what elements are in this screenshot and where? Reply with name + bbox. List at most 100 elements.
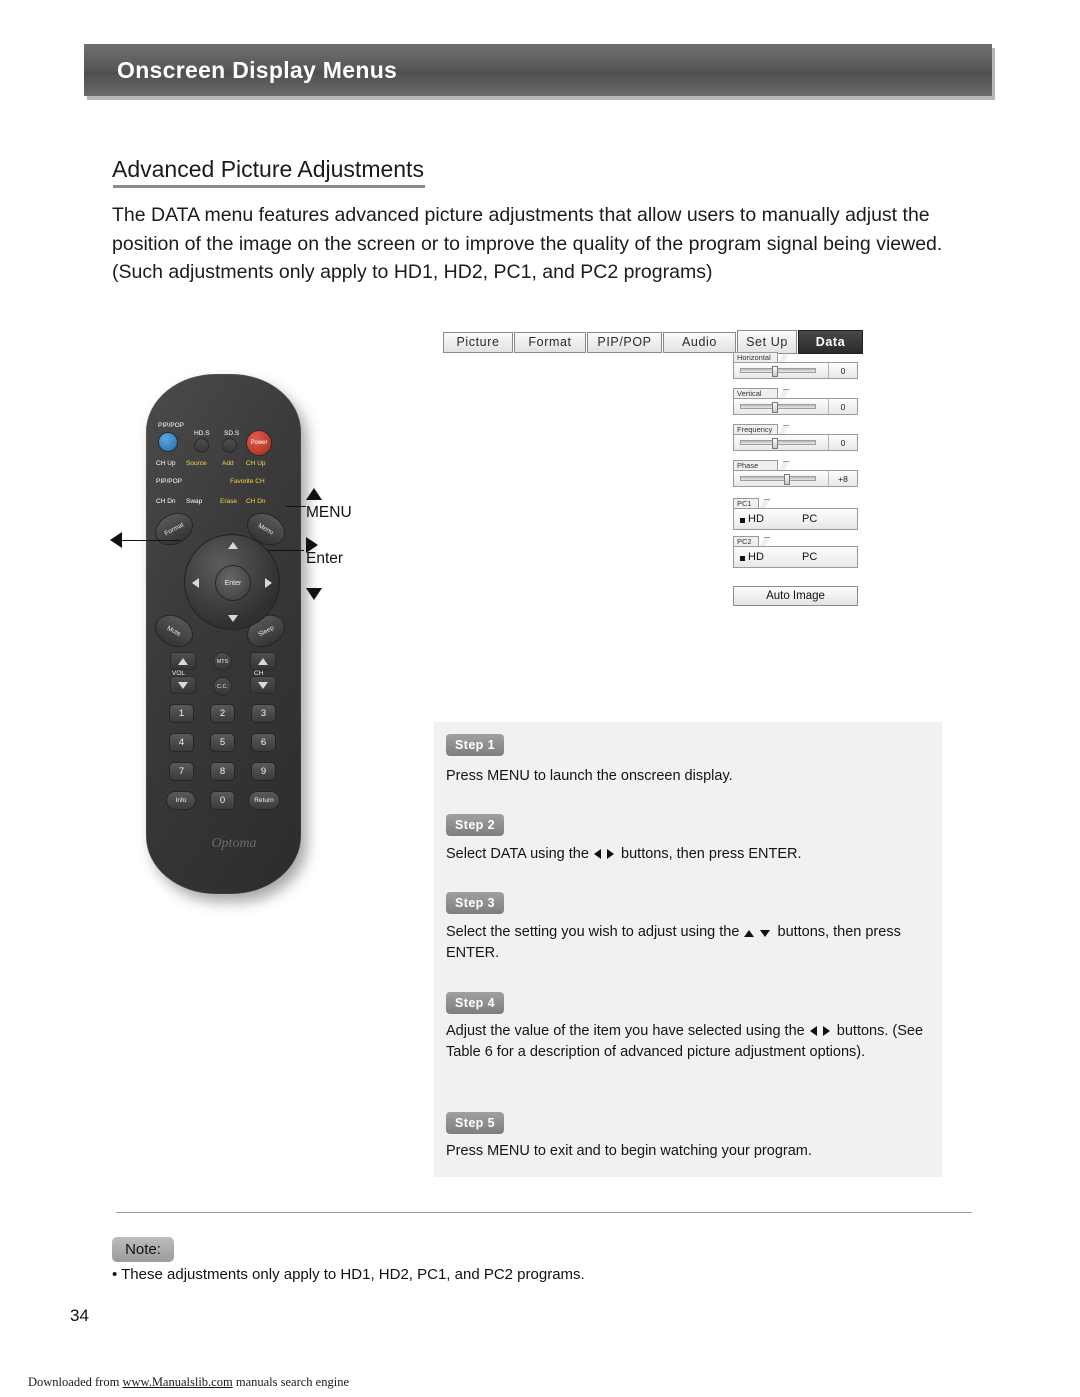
tab-audio[interactable]: Audio	[663, 332, 736, 353]
num-6-button[interactable]: 6	[251, 733, 276, 752]
enter-button[interactable]: Enter	[215, 565, 251, 601]
tab-set-up[interactable]: Set Up	[737, 330, 797, 354]
brand-logo: Optoma	[211, 836, 257, 851]
left-arrow-icon	[809, 1026, 817, 1036]
section-heading: Advanced Picture Adjustments	[112, 156, 424, 182]
osd-source-pc1[interactable]: PC1 HD PC	[733, 498, 858, 530]
slider-knob-horizontal[interactable]	[772, 366, 779, 377]
slider-knob-vertical[interactable]	[772, 402, 779, 413]
pip-pop-button[interactable]	[158, 432, 178, 452]
step-4-text: Adjust the value of the item you have se…	[446, 1021, 924, 1063]
remote-label-pip-pop-2: PIP/POP	[156, 478, 183, 485]
mts-button[interactable]: MTS	[213, 652, 232, 671]
hd-source-button[interactable]	[194, 438, 209, 453]
sd-source-button[interactable]	[222, 438, 237, 453]
callout-leader-line	[268, 550, 304, 551]
step-2-text-post: buttons, then press ENTER.	[621, 846, 802, 862]
slider-knob-phase[interactable]	[783, 474, 790, 485]
ch-up-icon	[258, 657, 268, 665]
page-header-band: Onscreen Display Menus	[84, 44, 992, 96]
num-4-button[interactable]: 4	[169, 733, 194, 752]
source-box-pc2[interactable]: HD PC	[733, 546, 858, 568]
mute-button[interactable]: Mute	[149, 608, 199, 654]
remote-label-sd-s: SD.S	[224, 430, 240, 437]
step-1-text: Press MENU to launch the onscreen displa…	[446, 768, 733, 784]
power-button[interactable]: Power	[246, 430, 272, 456]
slider-track-phase[interactable]	[740, 474, 816, 485]
selected-dot-icon	[740, 518, 745, 523]
note-badge: Note:	[112, 1237, 174, 1262]
tab-pip-pop[interactable]: PIP/POP	[587, 332, 662, 353]
tab-picture[interactable]: Picture	[443, 332, 513, 353]
ch-down-icon	[258, 681, 268, 689]
callout-enter-label: Enter	[306, 550, 344, 567]
source-box-pc1[interactable]: HD PC	[733, 508, 858, 530]
num-1-button[interactable]: 1	[169, 704, 194, 723]
slider-track-frequency[interactable]	[740, 438, 816, 449]
num-3-button[interactable]: 3	[251, 704, 276, 723]
num-5-button[interactable]: 5	[210, 733, 235, 752]
ch-up-button[interactable]	[250, 652, 276, 670]
step-3-badge: Step 3	[446, 892, 504, 914]
slider-box-vertical[interactable]: 0	[733, 398, 858, 415]
remote-label-vol: VOL	[172, 670, 186, 677]
num-8-button[interactable]: 8	[210, 762, 235, 781]
osd-slider-vertical[interactable]: Vertical 0	[733, 388, 858, 415]
osd-slider-frequency[interactable]: Frequency 0	[733, 424, 858, 451]
slider-knob-frequency[interactable]	[772, 438, 779, 449]
remote-control-illustration: PIP/POP HD.S SD.S Power CH Up Source Add…	[110, 360, 438, 900]
source-option-pc-pc2[interactable]: PC	[802, 551, 817, 563]
num-0-button[interactable]: 0	[210, 791, 235, 810]
remote-body: PIP/POP HD.S SD.S Power CH Up Source Add…	[146, 374, 301, 894]
callout-down-arrow-icon	[306, 588, 322, 600]
dpad-up-icon[interactable]	[228, 542, 238, 549]
page-number: 34	[70, 1306, 89, 1325]
remote-label-ch-up-left: CH Up	[156, 460, 176, 467]
step-5-text: Press MENU to exit and to begin watching…	[446, 1143, 812, 1159]
num-7-button[interactable]: 7	[169, 762, 194, 781]
step-4-text-pre: Adjust the value of the item you have se…	[446, 1023, 805, 1039]
up-arrow-icon	[744, 930, 755, 937]
dpad-left-icon[interactable]	[192, 578, 199, 588]
dpad-ring[interactable]: Enter	[184, 534, 280, 630]
vol-up-button[interactable]	[170, 652, 196, 670]
osd-source-pc2[interactable]: PC2 HD PC	[733, 536, 858, 568]
num-9-button[interactable]: 9	[251, 762, 276, 781]
step-2-text: Select DATA using the buttons, then pres…	[446, 844, 924, 865]
down-arrow-icon	[760, 930, 771, 937]
right-arrow-icon	[607, 849, 614, 859]
slider-value-phase: +8	[838, 473, 848, 484]
dpad-down-icon[interactable]	[228, 615, 238, 622]
format-button[interactable]: Format	[149, 506, 199, 552]
auto-image-button[interactable]: Auto Image	[733, 586, 858, 606]
step-1-badge: Step 1	[446, 734, 504, 756]
tab-format[interactable]: Format	[514, 332, 586, 353]
cc-button[interactable]: C.C.	[213, 677, 232, 696]
vol-up-icon	[178, 657, 188, 665]
source-option-pc-pc1[interactable]: PC	[802, 513, 817, 525]
info-button[interactable]: Info	[166, 791, 196, 810]
osd-menu-illustration: Picture Format PIP/POP Audio Set Up Data…	[443, 330, 863, 606]
vol-down-button[interactable]	[170, 676, 196, 694]
left-arrow-icon	[593, 849, 601, 859]
tab-data[interactable]: Data	[798, 330, 863, 354]
slider-box-horizontal[interactable]: 0	[733, 362, 858, 379]
slider-track-vertical[interactable]	[740, 402, 816, 413]
return-button[interactable]: Return	[248, 791, 280, 810]
note-bullet: • These adjustments only apply to HD1, H…	[112, 1266, 585, 1283]
intro-paragraph: The DATA menu features advanced picture …	[112, 204, 943, 283]
osd-slider-phase[interactable]: Phase +8	[733, 460, 858, 487]
footer-pre: Downloaded from	[28, 1375, 123, 1389]
osd-slider-horizontal[interactable]: Horizontal 0	[733, 352, 858, 379]
slider-track-horizontal[interactable]	[740, 366, 816, 377]
selected-dot-icon	[740, 556, 745, 561]
footer-link[interactable]: www.Manualslib.com	[122, 1375, 232, 1389]
ch-down-button[interactable]	[250, 676, 276, 694]
source-option-hd-pc1[interactable]: HD	[748, 513, 764, 525]
remote-label-ch-up-right: CH Up	[246, 460, 266, 467]
slider-box-phase[interactable]: +8	[733, 470, 858, 487]
num-2-button[interactable]: 2	[210, 704, 235, 723]
slider-box-frequency[interactable]: 0	[733, 434, 858, 451]
dpad-right-icon[interactable]	[265, 578, 272, 588]
source-option-hd-pc2[interactable]: HD	[748, 551, 764, 563]
